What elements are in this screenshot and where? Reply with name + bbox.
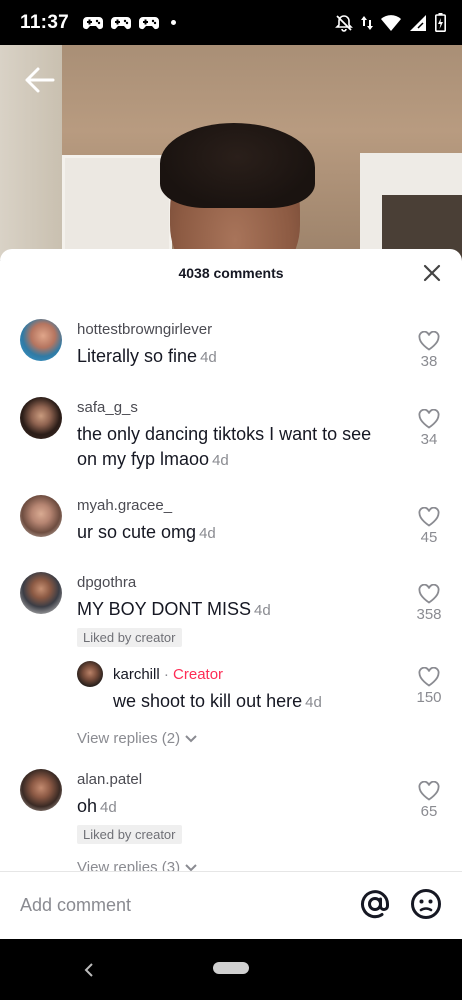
reply-time: 4d (305, 694, 322, 711)
view-replies-label: View replies (2) (77, 730, 181, 747)
comment-body: ur so cute omg (77, 522, 197, 542)
comment-text: Literally so fine 4d (77, 344, 217, 370)
comment-text: oh 4d (77, 794, 117, 820)
comment-body: MY BOY DONT MISS (77, 599, 252, 619)
game-controller-icon (83, 16, 104, 29)
video-preview[interactable] (0, 45, 462, 260)
reply-username[interactable]: karchill (113, 666, 160, 683)
like-count: 65 (420, 803, 438, 820)
like-button[interactable]: 38 (414, 331, 444, 370)
comment-username[interactable]: hottestbrowngirlever (77, 321, 212, 338)
status-right-icons (335, 13, 446, 32)
comments-count: 4038 comments (178, 265, 284, 281)
nav-home-pill[interactable] (213, 962, 249, 974)
status-left-icons (83, 16, 177, 30)
heart-icon (418, 409, 440, 429)
notification-dot (171, 20, 177, 25)
status-time: 11:37 (20, 11, 70, 33)
comment-time: 4d (199, 525, 216, 542)
battery-icon (435, 13, 446, 32)
heart-icon (418, 667, 440, 687)
avatar[interactable] (20, 495, 62, 537)
comment-text: ur so cute omg 4d (77, 520, 216, 546)
mention-icon[interactable] (359, 888, 391, 920)
comment-username[interactable]: dpgothra (77, 574, 136, 591)
comment-text: the only dancing tiktoks I want to see o… (77, 422, 407, 473)
reply-body: we shoot to kill out here (113, 691, 303, 711)
avatar[interactable] (20, 769, 62, 811)
avatar[interactable] (20, 319, 62, 361)
heart-icon (418, 584, 440, 604)
back-arrow-icon[interactable] (22, 65, 58, 95)
heart-icon (418, 781, 440, 801)
comment-username[interactable]: alan.patel (77, 771, 142, 788)
sheet-header: 4038 comments (0, 249, 462, 297)
comment-body: oh (77, 796, 98, 816)
comment-item[interactable]: dpgothra MY BOY DONT MISS 4d Liked by cre… (0, 572, 462, 652)
game-controller-icon (139, 16, 160, 29)
avatar[interactable] (20, 397, 62, 439)
creator-tag: Creator (173, 666, 224, 683)
comment-username[interactable]: safa_g_s (77, 399, 138, 416)
comment-time: 4d (200, 349, 217, 366)
liked-by-creator-badge: Liked by creator (77, 628, 182, 647)
comment-input-bar[interactable]: Add comment (0, 871, 462, 939)
notifications-off-icon (335, 14, 353, 32)
like-button[interactable]: 45 (414, 507, 444, 546)
comment-body-line2: on my fyp lmaoo (77, 449, 210, 469)
comment-time: 4d (254, 602, 271, 619)
like-count: 34 (420, 431, 438, 448)
emoji-icon[interactable] (410, 888, 442, 920)
game-controller-icon (111, 16, 132, 29)
comment-username[interactable]: myah.gracee_ (77, 497, 172, 514)
comment-time: 4d (212, 452, 229, 469)
view-replies-button[interactable]: View replies (2) (77, 730, 198, 747)
comment-time: 4d (100, 799, 117, 816)
like-count: 150 (416, 689, 442, 706)
reply-text: we shoot to kill out here 4d (113, 689, 322, 715)
like-button[interactable]: 150 (414, 667, 444, 706)
wifi-icon (381, 14, 401, 31)
add-comment-input[interactable]: Add comment (20, 895, 131, 916)
status-bar: 11:37 (0, 0, 462, 45)
like-count: 38 (420, 353, 438, 370)
nav-back-icon[interactable] (82, 962, 96, 978)
close-icon[interactable] (422, 263, 442, 283)
like-count: 358 (416, 606, 442, 623)
like-button[interactable]: 358 (414, 584, 444, 623)
signal-icon (410, 14, 426, 31)
comment-body-line1: the only dancing tiktoks I want to see (77, 424, 372, 444)
screen: 11:37 4038 comments hottestbrowngirlever… (0, 0, 462, 1000)
data-arrows-icon (361, 15, 373, 30)
door-left (62, 155, 172, 260)
like-button[interactable]: 34 (414, 409, 444, 448)
person-hair (160, 123, 315, 208)
heart-icon (418, 331, 440, 351)
like-count: 45 (420, 529, 438, 546)
comment-item[interactable]: safa_g_s the only dancing tiktoks I want… (0, 397, 462, 477)
comment-body: Literally so fine (77, 346, 198, 366)
heart-icon (418, 507, 440, 527)
comment-item[interactable]: hottestbrowngirlever Literally so fine 4d… (0, 319, 462, 389)
reply-header: karchill · Creator (113, 666, 223, 683)
reply-separator: · (163, 666, 169, 683)
reply-item[interactable]: karchill · Creator we shoot to kill out … (0, 661, 462, 721)
avatar[interactable] (77, 661, 103, 687)
comment-text: MY BOY DONT MISS 4d (77, 597, 271, 623)
comment-item[interactable]: myah.gracee_ ur so cute omg 4d 45 (0, 495, 462, 565)
like-button[interactable]: 65 (414, 781, 444, 820)
comments-sheet: 4038 comments hottestbrowngirlever Liter… (0, 249, 462, 939)
chevron-down-icon (185, 734, 197, 742)
liked-by-creator-badge: Liked by creator (77, 825, 182, 844)
avatar[interactable] (20, 572, 62, 614)
comment-item[interactable]: alan.patel oh 4d Liked by creator 65 (0, 769, 462, 849)
